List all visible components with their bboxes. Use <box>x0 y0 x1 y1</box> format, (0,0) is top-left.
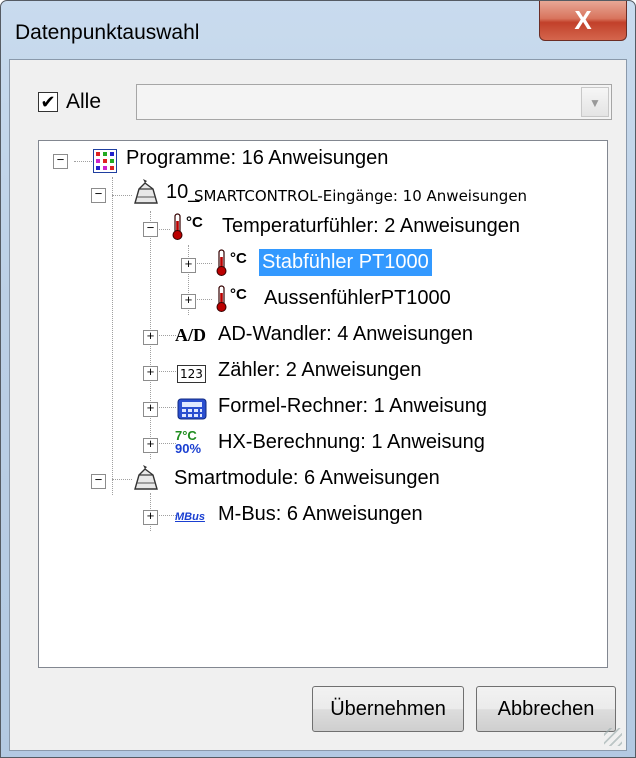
module-icon <box>131 465 161 493</box>
resize-grip[interactable] <box>604 728 622 746</box>
calculator-icon <box>177 395 207 423</box>
tree-node-label: AussenfühlerPT1000 <box>264 287 451 309</box>
counter-icon-text: 123 <box>177 365 206 383</box>
tree-node-label: Temperaturfühler: 2 Anweisungen <box>222 215 520 237</box>
expand-toggle[interactable]: + <box>181 258 196 273</box>
apply-button[interactable]: Übernehmen <box>312 686 464 732</box>
tree-node-label: Smartmodule: 6 Anweisungen <box>174 467 440 489</box>
ad-converter-icon: A/D <box>175 321 206 349</box>
window-title: Datenpunktauswahl <box>15 21 200 44</box>
tree-node-label: AD-Wandler: 4 Anweisungen <box>218 323 473 345</box>
title-bar[interactable]: Datenpunktauswahl X <box>1 1 635 59</box>
chevron-down-icon[interactable]: ▼ <box>581 87 609 117</box>
datapoint-tree[interactable]: − Programme: 16 Anweisungen − 10_ SMARTC… <box>38 140 608 668</box>
thermometer-unit-text: °C <box>230 249 247 267</box>
collapse-toggle[interactable]: − <box>91 188 106 203</box>
close-button[interactable]: X <box>539 1 627 41</box>
tree-connector <box>112 177 113 495</box>
thermometer-unit-text: °C <box>230 285 247 303</box>
expand-toggle[interactable]: + <box>143 510 158 525</box>
filter-combobox[interactable]: ▼ <box>136 84 612 120</box>
expand-toggle[interactable]: + <box>143 438 158 453</box>
tree-node-label: M-Bus: 6 Anweisungen <box>218 503 423 525</box>
module-icon <box>131 179 161 207</box>
all-checkbox[interactable]: ✔ <box>38 92 58 112</box>
dialog-client-area: ✔ Alle ▼ − Programme: 16 Anweisungen − 1… <box>9 59 627 751</box>
counter-icon: 123 <box>177 360 206 388</box>
thermometer-icon: °C <box>215 285 247 313</box>
all-checkbox-label[interactable]: Alle <box>66 90 101 114</box>
tree-node-label: Programme: 16 Anweisungen <box>126 147 389 169</box>
grid-program-icon <box>93 147 117 175</box>
tree-node-label: HX-Berechnung: 1 Anweisung <box>218 431 485 453</box>
tree-node-label: SMARTCONTROL-Eingänge: 10 Anweisungen <box>194 187 528 205</box>
hx-icon-humidity: 90% <box>175 441 202 456</box>
expand-toggle[interactable]: + <box>181 294 196 309</box>
tree-connector <box>112 195 132 196</box>
tree-node-label-selected: Stabfühler PT1000 <box>259 249 432 276</box>
expand-toggle[interactable]: + <box>143 402 158 417</box>
ad-converter-icon-text: A/D <box>175 324 206 345</box>
tree-connector <box>74 161 94 162</box>
collapse-toggle[interactable]: − <box>53 154 68 169</box>
dialog-window: Datenpunktauswahl X ✔ Alle ▼ − Programme… <box>0 0 636 758</box>
tree-node-label: Formel-Rechner: 1 Anweisung <box>218 395 488 417</box>
tree-node-label: Zähler: 2 Anweisungen <box>218 359 422 381</box>
thermometer-icon: °C <box>171 213 203 241</box>
collapse-toggle[interactable]: − <box>143 222 158 237</box>
thermometer-unit-text: °C <box>186 213 203 231</box>
mbus-icon-text: MBus <box>175 511 205 523</box>
collapse-toggle[interactable]: − <box>91 474 106 489</box>
hx-icon: 7°C 90% <box>175 429 201 457</box>
tree-connector <box>112 479 132 480</box>
cancel-button[interactable]: Abbrechen <box>476 686 616 732</box>
thermometer-icon: °C <box>215 249 247 277</box>
mbus-icon: MBus <box>175 503 205 531</box>
expand-toggle[interactable]: + <box>143 366 158 381</box>
expand-toggle[interactable]: + <box>143 330 158 345</box>
